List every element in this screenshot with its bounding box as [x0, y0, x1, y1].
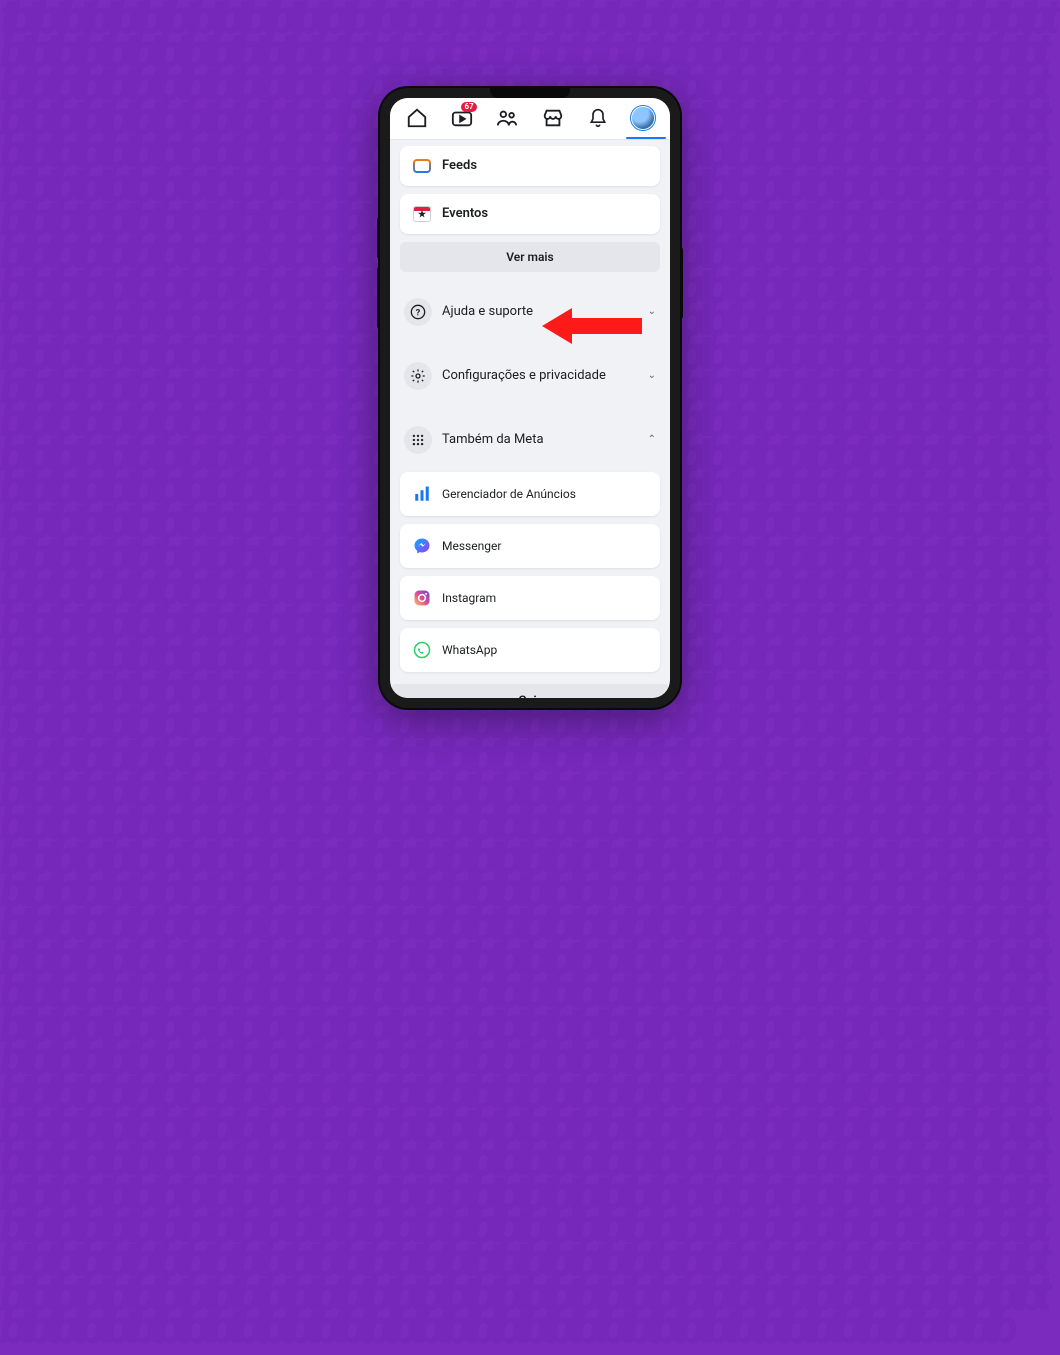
- section-label: Configurações e privacidade: [442, 368, 606, 383]
- logout-label: Sair: [519, 694, 542, 698]
- chevron-up-icon: ⌃: [648, 434, 656, 445]
- help-icon: ?: [404, 298, 432, 326]
- tab-friends[interactable]: [485, 98, 530, 139]
- shortcut-events[interactable]: Eventos: [400, 194, 660, 234]
- meta-app-messenger[interactable]: Messenger: [400, 524, 660, 568]
- chevron-down-icon: ⌄: [648, 370, 656, 381]
- shortcut-feeds[interactable]: Feeds: [400, 146, 660, 186]
- tab-marketplace[interactable]: [530, 98, 575, 139]
- tab-watch[interactable]: 67: [439, 98, 484, 139]
- gear-icon: [404, 362, 432, 390]
- meta-app-ads-manager[interactable]: Gerenciador de Anúncios: [400, 472, 660, 516]
- phone-side-button: [680, 248, 683, 318]
- top-nav: 67: [390, 98, 670, 140]
- bell-icon: [588, 107, 608, 129]
- phone-frame: 67 Feeds Eventos: [380, 88, 680, 708]
- active-tab-indicator: [626, 137, 666, 139]
- meta-app-label: Gerenciador de Anúncios: [442, 487, 576, 501]
- avatar-icon: [632, 107, 654, 129]
- screen: 67 Feeds Eventos: [390, 98, 670, 698]
- instagram-icon: [412, 588, 432, 608]
- watch-badge: 67: [461, 102, 476, 112]
- menu-content: Feeds Eventos Ver mais ? Ajuda e suporte…: [390, 140, 670, 698]
- tab-menu[interactable]: [621, 98, 666, 139]
- shortcut-label: Eventos: [442, 206, 488, 221]
- whatsapp-icon: [412, 640, 432, 660]
- events-icon: [412, 204, 432, 224]
- marketplace-icon: [542, 107, 564, 129]
- home-icon: [406, 107, 428, 129]
- meta-app-whatsapp[interactable]: WhatsApp: [400, 628, 660, 672]
- chevron-down-icon: ⌄: [648, 306, 656, 317]
- phone-side-button: [377, 268, 380, 328]
- see-more-button[interactable]: Ver mais: [400, 242, 660, 272]
- section-help-support[interactable]: ? Ajuda e suporte ⌄: [400, 288, 660, 336]
- phone-side-button: [377, 218, 380, 258]
- logout-button[interactable]: Sair: [390, 684, 670, 698]
- apps-grid-icon: [404, 426, 432, 454]
- meta-app-label: Messenger: [442, 539, 501, 553]
- section-settings-privacy[interactable]: Configurações e privacidade ⌄: [400, 352, 660, 400]
- svg-text:?: ?: [416, 307, 421, 318]
- see-more-label: Ver mais: [506, 250, 553, 264]
- messenger-icon: [412, 536, 432, 556]
- section-label: Também da Meta: [442, 432, 544, 447]
- shortcut-label: Feeds: [442, 158, 477, 173]
- meta-app-label: Instagram: [442, 591, 496, 605]
- feeds-icon: [412, 156, 432, 176]
- friends-icon: [495, 107, 519, 129]
- section-also-from-meta[interactable]: Também da Meta ⌃: [400, 416, 660, 464]
- meta-app-instagram[interactable]: Instagram: [400, 576, 660, 620]
- section-label: Ajuda e suporte: [442, 304, 533, 319]
- meta-app-label: WhatsApp: [442, 643, 497, 657]
- ads-manager-icon: [412, 484, 432, 504]
- tab-notifications[interactable]: [575, 98, 620, 139]
- tab-home[interactable]: [394, 98, 439, 139]
